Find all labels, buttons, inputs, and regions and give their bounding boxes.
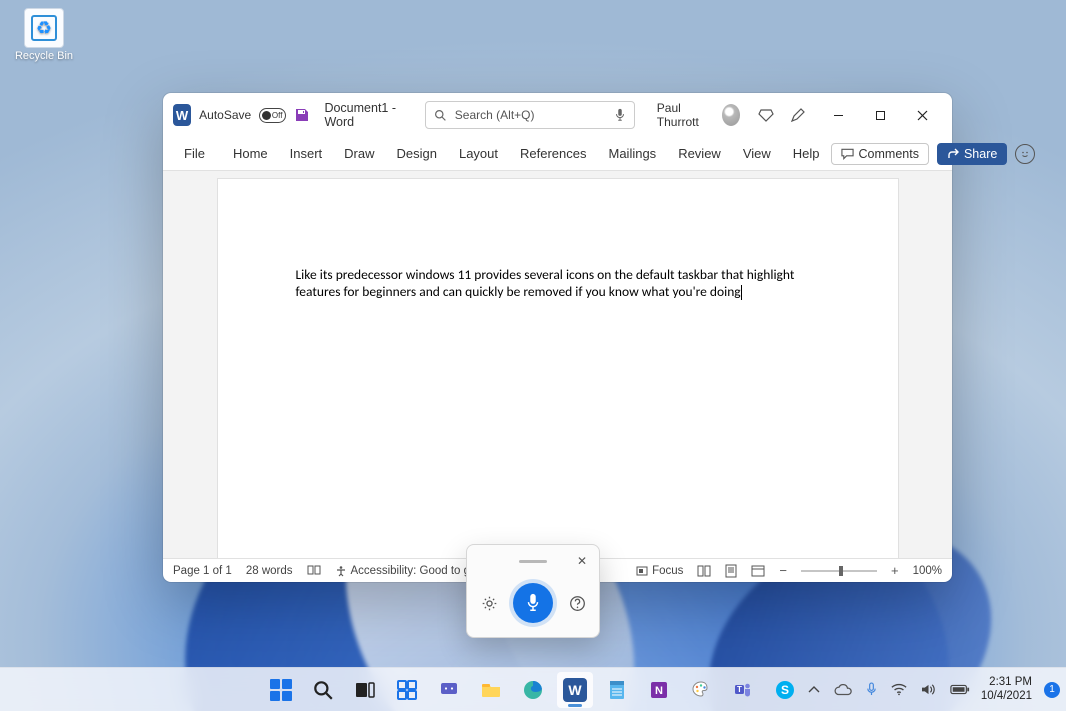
task-view-icon[interactable] — [347, 672, 383, 708]
taskbar-clock[interactable]: 2:31 PM 10/4/2021 — [981, 676, 1032, 702]
notification-badge[interactable]: 1 — [1044, 682, 1060, 698]
system-tray: 2:31 PM 10/4/2021 1 — [805, 676, 1066, 702]
search-box[interactable]: Search (Alt+Q) — [425, 101, 635, 129]
tab-references[interactable]: References — [509, 140, 597, 167]
document-body-text: Like its predecessor windows 11 provides… — [296, 266, 795, 300]
window-minimize[interactable] — [818, 100, 860, 130]
file-explorer-icon[interactable] — [473, 672, 509, 708]
clock-date: 10/4/2021 — [981, 690, 1032, 703]
tray-overflow-icon[interactable] — [805, 682, 823, 698]
tab-insert[interactable]: Insert — [279, 140, 334, 167]
document-page[interactable]: Like its predecessor windows 11 provides… — [218, 179, 898, 558]
tab-home[interactable]: Home — [222, 140, 279, 167]
window-close[interactable] — [902, 100, 944, 130]
volume-icon[interactable] — [918, 680, 939, 699]
document-canvas[interactable]: Like its predecessor windows 11 provides… — [163, 171, 952, 558]
word-titlebar: W AutoSave Off Document1 - Word Search (… — [163, 93, 952, 137]
tab-help[interactable]: Help — [782, 140, 831, 167]
save-icon[interactable] — [294, 107, 310, 123]
word-app-icon: W — [173, 104, 191, 126]
status-words[interactable]: 28 words — [246, 565, 293, 577]
svg-text:T: T — [737, 685, 742, 694]
account-avatar[interactable] — [722, 104, 740, 126]
text-cursor — [741, 285, 742, 300]
autosave-toggle[interactable]: Off — [259, 108, 286, 123]
tray-mic-icon[interactable] — [863, 679, 880, 700]
taskbar-word-icon[interactable]: W — [557, 672, 593, 708]
taskbar-center: W N T S — [263, 672, 803, 708]
skype-icon[interactable]: S — [767, 672, 803, 708]
voice-drag-handle[interactable] — [519, 560, 547, 563]
document-title: Document1 - Word — [324, 101, 410, 129]
notepad-icon[interactable] — [599, 672, 635, 708]
voice-typing-panel[interactable]: ✕ — [466, 544, 600, 638]
ribbon: File Home Insert Draw Design Layout Refe… — [163, 137, 952, 171]
onedrive-icon[interactable] — [831, 681, 855, 699]
start-button[interactable] — [263, 672, 299, 708]
pen-editing-icon[interactable] — [790, 107, 806, 123]
taskbar-search-icon[interactable] — [305, 672, 341, 708]
status-spellcheck-icon[interactable] — [307, 565, 321, 577]
paint-icon[interactable] — [683, 672, 719, 708]
zoom-level[interactable]: 100% — [913, 565, 942, 577]
premium-diamond-icon[interactable] — [758, 107, 774, 123]
battery-icon[interactable] — [947, 681, 973, 698]
voice-mic-button[interactable] — [513, 583, 553, 623]
voice-help-icon[interactable] — [567, 593, 587, 613]
feedback-smile-icon[interactable] — [1015, 144, 1035, 164]
tab-view[interactable]: View — [732, 140, 782, 167]
voice-close-button[interactable]: ✕ — [575, 554, 589, 568]
widgets-icon[interactable] — [389, 672, 425, 708]
comment-icon — [841, 148, 854, 160]
tab-mailings[interactable]: Mailings — [598, 140, 668, 167]
taskbar: W N T S 2:31 PM 10/4/2021 1 — [0, 667, 1066, 711]
comments-button[interactable]: Comments — [831, 143, 929, 165]
tab-draw[interactable]: Draw — [333, 140, 385, 167]
status-web-layout-icon[interactable] — [751, 565, 765, 577]
voice-settings-icon[interactable] — [479, 593, 499, 613]
status-read-mode-icon[interactable] — [697, 565, 711, 577]
edge-icon[interactable] — [515, 672, 551, 708]
status-accessibility-icon[interactable]: Accessibility: Good to go — [335, 565, 477, 577]
zoom-in-button[interactable]: + — [891, 563, 899, 578]
clock-time: 2:31 PM — [981, 676, 1032, 689]
zoom-out-button[interactable]: − — [779, 563, 787, 578]
svg-text:N: N — [655, 685, 663, 697]
tab-file[interactable]: File — [173, 140, 216, 167]
search-icon — [434, 109, 447, 122]
share-button[interactable]: Share — [937, 143, 1007, 165]
window-maximize[interactable] — [860, 100, 902, 130]
recycle-bin[interactable]: Recycle Bin — [12, 8, 76, 62]
teams-icon[interactable]: T — [725, 672, 761, 708]
ribbon-tabs: File Home Insert Draw Design Layout Refe… — [173, 140, 831, 167]
zoom-slider[interactable] — [801, 570, 877, 572]
recycle-bin-label: Recycle Bin — [12, 50, 76, 62]
onenote-icon[interactable]: N — [641, 672, 677, 708]
share-icon — [947, 148, 959, 160]
svg-text:S: S — [781, 683, 789, 697]
word-window: W AutoSave Off Document1 - Word Search (… — [163, 93, 952, 582]
tab-review[interactable]: Review — [667, 140, 732, 167]
account-name[interactable]: Paul Thurrott — [657, 101, 714, 129]
search-mic-icon[interactable] — [614, 108, 626, 122]
tab-design[interactable]: Design — [386, 140, 448, 167]
search-placeholder: Search (Alt+Q) — [455, 108, 535, 122]
status-page[interactable]: Page 1 of 1 — [173, 565, 232, 577]
status-focus[interactable]: Focus — [636, 565, 683, 577]
status-print-layout-icon[interactable] — [725, 564, 737, 578]
recycle-bin-icon — [24, 8, 64, 48]
wifi-icon[interactable] — [888, 680, 910, 699]
tab-layout[interactable]: Layout — [448, 140, 509, 167]
autosave-label: AutoSave — [199, 108, 251, 122]
chat-icon[interactable] — [431, 672, 467, 708]
